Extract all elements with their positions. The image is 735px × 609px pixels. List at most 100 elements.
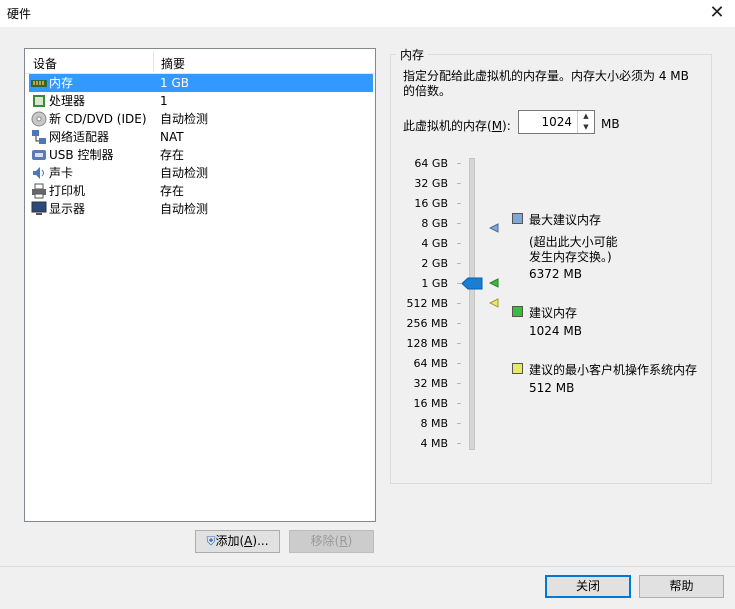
device-row-usb[interactable]: USB 控制器 存在: [29, 146, 373, 164]
window-title: 硬件: [7, 7, 32, 21]
scale-label: 64 GB: [414, 157, 448, 170]
recommended-title: 建议内存: [529, 306, 578, 320]
scale-tick: [457, 423, 461, 424]
device-summary: 1 GB: [160, 76, 189, 90]
scale-label: 256 MB: [406, 317, 448, 330]
device-summary: NAT: [160, 130, 184, 144]
scale-tick: [457, 203, 461, 204]
device-name: 显示器: [49, 202, 86, 216]
printer-icon: [32, 183, 46, 199]
device-name: 声卡: [49, 166, 74, 180]
remove-button[interactable]: 移除(R): [289, 530, 374, 553]
spin-up-icon[interactable]: ▲: [578, 111, 594, 122]
memory-field-mnemonic: M: [491, 119, 503, 133]
sound-icon: [33, 167, 44, 179]
memory-icon: [31, 80, 47, 87]
device-list[interactable]: 设备 摘要 内存 1 GB 处理器 1 新 CD/DVD (IDE) 自动检测 …: [24, 48, 376, 522]
scale-label: 4 MB: [420, 437, 448, 450]
remove-button-mnemonic: R: [339, 534, 348, 548]
device-summary: 自动检测: [160, 166, 209, 180]
network-icon: [32, 130, 46, 144]
column-header-summary[interactable]: 摘要: [161, 55, 185, 72]
memory-slider-thumb[interactable]: [461, 277, 483, 290]
add-button[interactable]: ⛨添加(A)...: [195, 530, 280, 553]
close-button[interactable]: 关闭: [545, 575, 631, 598]
title-bar: 硬件 ✕: [0, 0, 735, 28]
remove-button-label: 移除(: [310, 534, 340, 548]
scale-label: 2 GB: [421, 257, 448, 270]
min-recommended-marker-icon: [489, 298, 499, 308]
scale-label: 16 GB: [414, 197, 448, 210]
max-recommended-title: 最大建议内存: [529, 213, 602, 227]
device-summary: 自动检测: [160, 202, 209, 216]
memory-field-label-suffix: ):: [502, 119, 511, 133]
scale-label: 8 GB: [421, 217, 448, 230]
scale-label: 32 MB: [413, 377, 448, 390]
remove-button-suffix: ): [347, 534, 353, 548]
max-recommended-legend-icon: [512, 213, 523, 224]
device-summary: 自动检测: [160, 112, 209, 126]
recommended-legend-icon: [512, 306, 523, 317]
scale-tick: [457, 163, 461, 164]
memory-field-label: 此虚拟机的内存(M):: [403, 117, 511, 134]
spin-arrows[interactable]: ▲ ▼: [577, 111, 594, 133]
device-name: 打印机: [49, 184, 86, 198]
usb-icon: [32, 150, 46, 160]
scale-tick: [457, 263, 461, 264]
recommended-marker-icon: [489, 278, 499, 288]
scale-label: 32 GB: [414, 177, 448, 190]
device-name: 内存: [49, 76, 74, 90]
scale-tick: [457, 243, 461, 244]
device-row-network[interactable]: 网络适配器 NAT: [29, 128, 373, 146]
column-header-device[interactable]: 设备: [33, 55, 57, 72]
scale-label: 1 GB: [421, 277, 448, 290]
add-button-label: 添加(: [215, 534, 245, 548]
device-summary: 1: [160, 94, 168, 108]
device-row-printer[interactable]: 打印机 存在: [29, 182, 373, 200]
scale-tick: [457, 383, 461, 384]
memory-field-label-text: 此虚拟机的内存(: [403, 119, 492, 133]
memory-unit: MB: [601, 117, 620, 131]
device-name: 网络适配器: [49, 130, 110, 144]
cpu-icon: [33, 95, 45, 107]
memory-spinbox[interactable]: 1024 ▲ ▼: [518, 110, 595, 134]
device-row-display[interactable]: 显示器 自动检测: [29, 200, 373, 218]
device-row-cd-dvd[interactable]: 新 CD/DVD (IDE) 自动检测: [29, 110, 373, 128]
scale-tick: [457, 343, 461, 344]
scale-label: 16 MB: [413, 397, 448, 410]
max-recommended-marker-icon: [489, 223, 499, 233]
scale-label: 8 MB: [420, 417, 448, 430]
device-row-sound[interactable]: 声卡 自动检测: [29, 164, 373, 182]
device-row-memory[interactable]: 内存 1 GB: [29, 74, 373, 92]
scale-tick: [457, 183, 461, 184]
device-summary: 存在: [160, 184, 185, 198]
scale-label: 64 MB: [413, 357, 448, 370]
scale-label: 512 MB: [406, 297, 448, 310]
monitor-icon: [31, 201, 47, 215]
min-recommended-title: 建议的最小客户机操作系统内存: [529, 363, 698, 377]
memory-slider-track[interactable]: [469, 158, 475, 450]
scale-tick: [457, 303, 461, 304]
add-button-suffix: )...: [252, 534, 269, 548]
memory-input[interactable]: 1024: [541, 115, 572, 129]
device-list-header: 设备 摘要: [25, 49, 375, 74]
column-separator: [153, 51, 154, 71]
help-button[interactable]: 帮助: [639, 575, 724, 598]
scale-tick: [457, 443, 461, 444]
scale-tick: [457, 323, 461, 324]
cd-icon: [31, 111, 47, 127]
scale-tick: [457, 223, 461, 224]
device-row-cpu[interactable]: 处理器 1: [29, 92, 373, 110]
scale-tick: [457, 363, 461, 364]
scale-tick: [457, 403, 461, 404]
close-icon[interactable]: ✕: [707, 2, 727, 24]
min-recommended-legend-icon: [512, 363, 523, 374]
recommended-value: 1024 MB: [529, 324, 582, 338]
max-recommended-note-2: 发生内存交换。): [529, 250, 612, 264]
spin-down-icon[interactable]: ▼: [578, 122, 594, 133]
device-name: USB 控制器: [49, 148, 114, 162]
device-name: 处理器: [49, 94, 86, 108]
scale-label: 4 GB: [421, 237, 448, 250]
max-recommended-value: 6372 MB: [529, 267, 582, 281]
device-summary: 存在: [160, 148, 185, 162]
